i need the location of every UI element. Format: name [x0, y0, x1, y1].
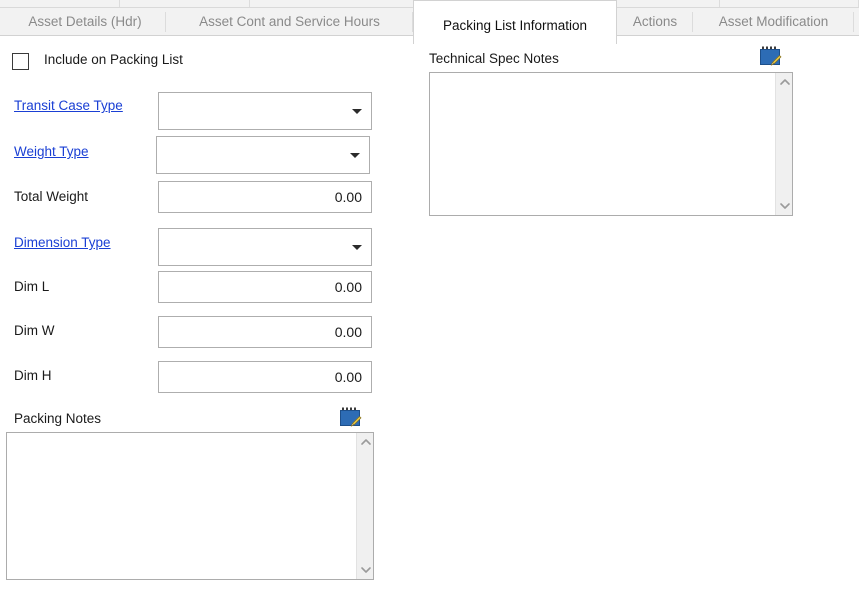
- tab-asset-modification[interactable]: Asset Modification: [693, 8, 854, 36]
- tab-label: Packing List Information: [443, 18, 587, 33]
- tab-separator: [853, 12, 854, 32]
- label-dimension-type[interactable]: Dimension Type: [14, 235, 111, 250]
- combo-weight-type[interactable]: [156, 136, 370, 174]
- label-weight-type[interactable]: Weight Type: [14, 144, 89, 159]
- textarea-technical-spec-notes[interactable]: [429, 72, 793, 216]
- notepad-edit-icon[interactable]: [340, 407, 362, 427]
- include-on-packing-list-row[interactable]: Include on Packing List: [12, 53, 332, 73]
- clipped-tab-0[interactable]: [0, 0, 120, 8]
- chevron-down-icon[interactable]: [350, 153, 360, 158]
- tab-label: Actions: [633, 14, 677, 29]
- tab-label: Asset Cont and Service Hours: [199, 14, 380, 29]
- clipped-tab-5[interactable]: [720, 0, 859, 8]
- label-technical-spec-notes: Technical Spec Notes: [429, 51, 559, 66]
- notepad-edit-icon[interactable]: [760, 46, 782, 66]
- include-on-packing-list-label: Include on Packing List: [44, 52, 183, 67]
- include-on-packing-list-checkbox[interactable]: [12, 53, 29, 70]
- tab-asset-cont-and-service-hours[interactable]: Asset Cont and Service Hours: [166, 8, 413, 36]
- scrollbar-packing-notes[interactable]: [356, 433, 373, 579]
- label-dim-w: Dim W: [14, 323, 55, 338]
- textarea-packing-notes[interactable]: [6, 432, 374, 580]
- label-total-weight: Total Weight: [14, 189, 88, 204]
- tab-label: Asset Details (Hdr): [28, 14, 141, 29]
- input-dim-l[interactable]: 0.00: [158, 271, 372, 303]
- chevron-down-icon[interactable]: [352, 245, 362, 250]
- tab-actions[interactable]: Actions: [617, 8, 693, 36]
- input-dim-h[interactable]: 0.00: [158, 361, 372, 393]
- label-packing-notes: Packing Notes: [14, 411, 101, 426]
- label-dim-h: Dim H: [14, 368, 52, 383]
- combo-transit-case-type[interactable]: [158, 92, 372, 130]
- tab-label: Asset Modification: [719, 14, 829, 29]
- input-total-weight[interactable]: 0.00: [158, 181, 372, 213]
- scrollbar-technical-spec-notes[interactable]: [775, 73, 792, 215]
- tab-packing-list-information[interactable]: Packing List Information: [413, 0, 617, 44]
- combo-dimension-type[interactable]: [158, 228, 372, 266]
- label-dim-l: Dim L: [14, 279, 49, 294]
- scroll-down-icon[interactable]: [357, 561, 374, 578]
- input-dim-w[interactable]: 0.00: [158, 316, 372, 348]
- chevron-down-icon[interactable]: [352, 109, 362, 114]
- packing-list-information-pane: Include on Packing List Transit Case Typ…: [0, 36, 859, 593]
- clipped-tab-4[interactable]: [600, 0, 720, 8]
- scroll-down-icon[interactable]: [776, 197, 793, 214]
- clipped-tab-2[interactable]: [250, 0, 420, 8]
- tab-asset-details-hdr[interactable]: Asset Details (Hdr): [4, 8, 166, 36]
- scroll-up-icon[interactable]: [357, 434, 374, 451]
- scroll-up-icon[interactable]: [776, 74, 793, 91]
- clipped-tab-1[interactable]: [120, 0, 250, 8]
- tabstrip: Asset Details (Hdr) Asset Cont and Servic…: [0, 8, 859, 36]
- label-transit-case-type[interactable]: Transit Case Type: [14, 98, 123, 113]
